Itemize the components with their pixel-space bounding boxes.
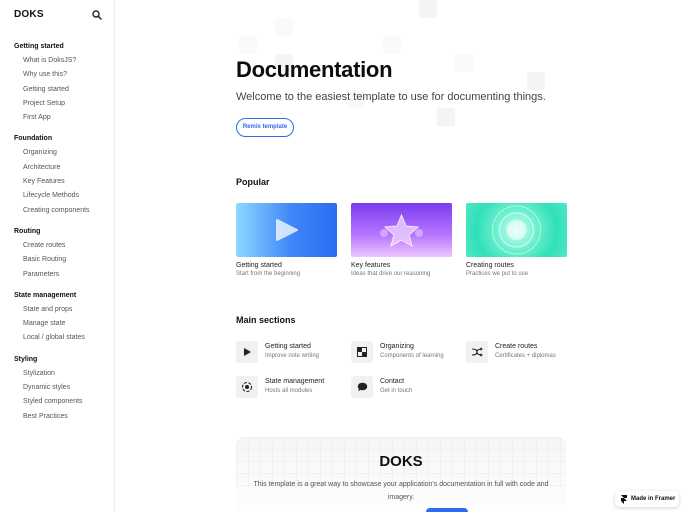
- sidebar-item-architecture[interactable]: Architecture: [0, 161, 114, 175]
- card-title: Getting started: [236, 262, 282, 269]
- nav-group-title: Styling: [14, 355, 38, 363]
- sidebar-item-stylization[interactable]: Stylization: [0, 367, 114, 381]
- nav-group-getting-started: Getting started What is DoksJS? Why use …: [0, 40, 114, 125]
- section-subtitle: Get in touch: [380, 388, 413, 394]
- sidebar-item-key-features[interactable]: Key Features: [0, 175, 114, 189]
- sidebar-item-state-and-props[interactable]: State and props: [0, 303, 114, 317]
- sidebar-item-basic-routing[interactable]: Basic Routing: [0, 253, 114, 267]
- promo-title: DOKS: [379, 453, 423, 470]
- nav-group-title: State management: [14, 291, 77, 299]
- framer-icon: [621, 494, 627, 504]
- nav-group-title: Foundation: [14, 135, 53, 143]
- popular-card-key-features[interactable]: Key features Ideas that drive our reason…: [351, 203, 452, 277]
- star-icon: [380, 213, 423, 248]
- sidebar-item-getting-started[interactable]: Getting started: [0, 83, 114, 97]
- sidebar-item-first-app[interactable]: First App: [0, 111, 114, 125]
- sidebar-item-local-global-states[interactable]: Local / global states: [0, 331, 114, 345]
- card-subtitle: Ideas that drive our reasoning: [351, 271, 431, 277]
- nav-group-routing: Routing Create routes Basic Routing Para…: [0, 225, 114, 282]
- sidebar-item-best-practices[interactable]: Best Practices: [0, 410, 114, 424]
- sidebar: DOKS Getting started What is DoksJS? Why…: [0, 0, 115, 512]
- section-subtitle: Improve note writing: [265, 353, 320, 359]
- sidebar-item-lifecycle-methods[interactable]: Lifecycle Methods: [0, 189, 114, 203]
- sidebar-nav: Getting started What is DoksJS? Why use …: [0, 36, 114, 424]
- section-subtitle: Components of learning: [380, 353, 444, 359]
- brand-logo[interactable]: DOKS: [14, 9, 44, 20]
- card-thumbnail: [236, 203, 337, 257]
- nav-group-title: Routing: [14, 227, 41, 235]
- section-subtitle: Hosts all modules: [265, 388, 313, 394]
- page-title: Documentation: [236, 57, 393, 82]
- page-subtitle: Welcome to the easiest template to use f…: [236, 91, 546, 103]
- section-link-contact[interactable]: Contact Get in touch: [351, 376, 461, 402]
- section-subtitle: Certificates + diplomas: [495, 353, 556, 359]
- section-link-getting-started[interactable]: Getting started Improve note writing: [236, 341, 346, 367]
- section-link-state-management[interactable]: State management Hosts all modules: [236, 376, 346, 402]
- section-link-create-routes[interactable]: Create routes Certificates + diplomas: [466, 341, 576, 367]
- sidebar-item-manage-state[interactable]: Manage state: [0, 317, 114, 331]
- section-title: Contact: [380, 378, 405, 385]
- main-content: Documentation Welcome to the easiest tem…: [115, 0, 688, 512]
- card-subtitle: Practices we put to use: [466, 271, 529, 277]
- popular-card-getting-started[interactable]: Getting started Start from the beginning: [236, 203, 337, 277]
- card-subtitle: Start from the beginning: [236, 271, 301, 277]
- section-link-organizing[interactable]: Organizing Components of learning: [351, 341, 461, 367]
- sidebar-item-parameters[interactable]: Parameters: [0, 268, 114, 282]
- sidebar-item-styled-components[interactable]: Styled components: [0, 395, 114, 409]
- card-thumbnail: [351, 203, 452, 257]
- nav-group-styling: Styling Stylization Dynamic styles Style…: [0, 353, 114, 424]
- sidebar-item-create-routes[interactable]: Create routes: [0, 239, 114, 253]
- nav-group-state-management: State management State and props Manage …: [0, 289, 114, 346]
- badge-label: Made in Framer: [631, 496, 676, 502]
- promo-banner: DOKS This template is a great way to sho…: [236, 437, 566, 512]
- remix-template-button[interactable]: Remix template: [236, 118, 294, 137]
- section-title: Organizing: [380, 343, 414, 350]
- shuffle-icon: [466, 341, 488, 363]
- sidebar-item-why-use-this[interactable]: Why use this?: [0, 68, 114, 82]
- target-icon: [492, 205, 541, 255]
- made-in-framer-badge[interactable]: Made in Framer: [615, 491, 679, 507]
- promo-text: This template is a great way to showcase…: [253, 481, 549, 501]
- record-icon: [236, 376, 258, 398]
- promo-button[interactable]: [426, 508, 468, 512]
- play-icon: [236, 341, 258, 363]
- section-title: State management: [265, 378, 325, 385]
- search-icon[interactable]: [91, 8, 103, 20]
- card-thumbnail: [466, 203, 567, 257]
- nav-group-foundation: Foundation Organizing Architecture Key F…: [0, 132, 114, 217]
- card-title: Creating routes: [466, 262, 514, 269]
- popular-card-creating-routes[interactable]: Creating routes Practices we put to use: [466, 203, 567, 277]
- section-title: Create routes: [495, 343, 538, 350]
- sidebar-item-organizing[interactable]: Organizing: [0, 146, 114, 160]
- main-sections-heading: Main sections: [236, 315, 296, 325]
- play-icon: [276, 219, 298, 241]
- sidebar-item-dynamic-styles[interactable]: Dynamic styles: [0, 381, 114, 395]
- card-title: Key features: [351, 262, 391, 269]
- sidebar-item-creating-components[interactable]: Creating components: [0, 204, 114, 218]
- section-title: Getting started: [265, 343, 311, 350]
- sidebar-item-what-is-doksjs[interactable]: What is DoksJS?: [0, 54, 114, 68]
- sidebar-item-project-setup[interactable]: Project Setup: [0, 97, 114, 111]
- chat-icon: [351, 376, 373, 398]
- popular-heading: Popular: [236, 177, 270, 187]
- checker-icon: [351, 341, 373, 363]
- nav-group-title: Getting started: [14, 43, 64, 50]
